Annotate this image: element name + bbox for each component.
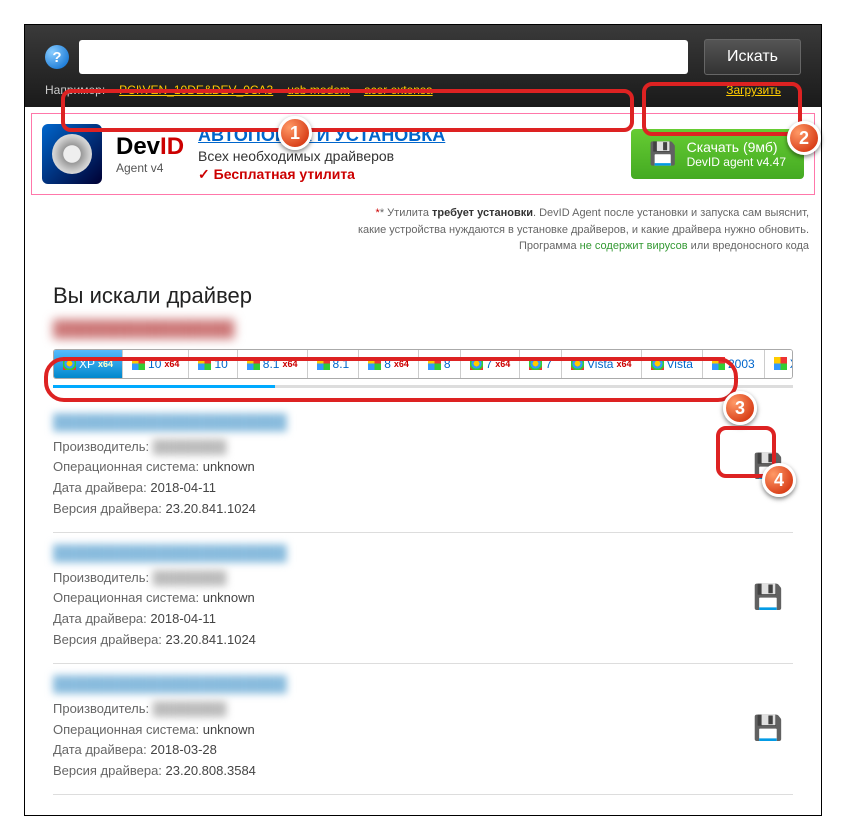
download-agent-link[interactable]: Загрузить [726,83,781,97]
search-button[interactable]: Искать [704,39,801,75]
os-tab-3[interactable]: 8.1x64 [238,350,308,378]
os-tab-12[interactable]: XP [765,350,793,378]
example-link-2[interactable]: usb modem [287,83,350,97]
badge-2: 2 [787,121,821,155]
os-tab-7[interactable]: 7x64 [461,350,521,378]
download-button[interactable]: 💾 Скачать (9мб) DevID agent v4.47 [631,129,804,179]
badge-3: 3 [723,391,757,425]
save-driver-icon[interactable]: 💾 [753,714,783,744]
promo-banner: DevID Agent v4 АВТОПОИСК И УСТАНОВКА Все… [31,113,815,195]
os-tab-0[interactable]: XPx64 [54,350,123,378]
header: ? Искать Например: PCI\VEN_10DE&DEV_0CA3… [25,25,821,107]
search-input[interactable] [79,40,688,74]
os-tab-8[interactable]: 7 [520,350,562,378]
example-link-3[interactable]: acer extensa [364,83,433,97]
os-tab-9[interactable]: Vistax64 [562,350,642,378]
os-tab-2[interactable]: 10 [189,350,237,378]
driver-item: ██████████████████████Производитель: ███… [53,664,793,795]
promo-title[interactable]: АВТОПОИСК И УСТАНОВКА [198,125,617,146]
save-driver-icon[interactable]: 💾 [753,583,783,613]
os-tab-4[interactable]: 8.1 [308,350,360,378]
driver-item: ██████████████████████Производитель: ███… [53,533,793,664]
os-tab-1[interactable]: 10x64 [123,350,189,378]
page-title: Вы искали драйвер [53,283,793,309]
os-tab-10[interactable]: Vista [642,350,703,378]
badge-1: 1 [278,116,312,150]
os-tab-11[interactable]: 2003 [703,350,765,378]
badge-4: 4 [762,463,796,497]
help-icon[interactable]: ? [45,45,69,69]
disclaimer: ** Утилита требует установки. DevID Agen… [25,201,821,265]
os-tabs: XPx6410x64108.1x648.18x6487x647Vistax64V… [53,349,793,379]
driver-item: ██████████████████████Производитель: ███… [53,402,793,533]
save-icon: 💾 [649,141,676,167]
search-query: ████████████████ [53,321,793,339]
devid-logo [42,124,102,184]
os-tab-5[interactable]: 8x64 [359,350,419,378]
os-tab-6[interactable]: 8 [419,350,461,378]
example-label: Например: [45,83,105,97]
example-link-1[interactable]: PCI\VEN_10DE&DEV_0CA3 [119,83,273,97]
